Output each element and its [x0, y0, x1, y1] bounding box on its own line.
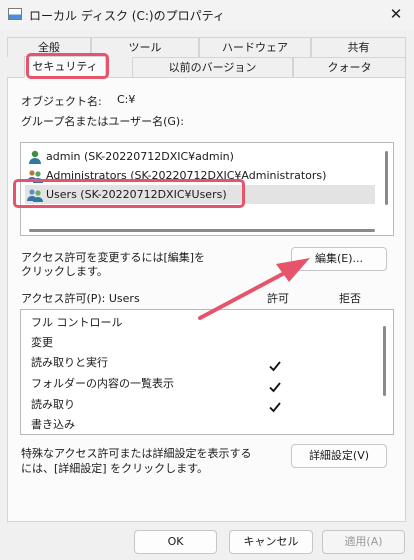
- permission-full-control: フル コントロール: [31, 316, 123, 329]
- allow-check-icon: [269, 402, 281, 413]
- list-item-admin[interactable]: admin (SK-20220712DXIC¥admin): [27, 147, 234, 166]
- tab-hardware[interactable]: ハードウェア: [199, 37, 311, 57]
- advanced-settings-text: 特殊なアクセス許可または詳細設定を表示する: [21, 447, 252, 460]
- tab-security[interactable]: セキュリティ: [24, 56, 106, 78]
- apply-button[interactable]: 適用(A): [322, 530, 405, 554]
- window-title: ローカル ディスク (C:)のプロパティ: [29, 9, 225, 23]
- permission-list-folder: フォルダーの内容の一覧表示: [31, 377, 174, 390]
- ok-button[interactable]: OK: [134, 530, 217, 554]
- group-icon: [27, 168, 43, 184]
- list-item-administrators[interactable]: Administrators (SK-20220712DXIC¥Administ…: [27, 166, 326, 185]
- users-horizontal-scrollbar[interactable]: [29, 229, 375, 232]
- tab-previous-versions[interactable]: 以前のバージョン: [132, 57, 293, 77]
- permission-write: 書き込み: [31, 418, 75, 431]
- allow-check-icon: [269, 382, 281, 393]
- user-name: Administrators (SK-20220712DXIC¥Administ…: [46, 169, 327, 182]
- drive-icon: [8, 8, 22, 20]
- users-vertical-scrollbar[interactable]: [385, 151, 388, 205]
- tab-sharing[interactable]: 共有: [311, 37, 406, 57]
- user-icon: [27, 149, 43, 165]
- edit-button[interactable]: 編集(E)...: [291, 247, 387, 271]
- close-icon[interactable]: ✕: [384, 3, 408, 25]
- permissions-vertical-scrollbar[interactable]: [383, 326, 386, 396]
- tab-quota[interactable]: クォータ: [293, 57, 406, 77]
- permissions-listbox[interactable]: フル コントロール 変更 読み取りと実行 フォルダーの内容の一覧表示 読み取り …: [20, 309, 394, 435]
- permission-read-execute: 読み取りと実行: [31, 356, 108, 369]
- tab-general[interactable]: 全般: [7, 37, 91, 57]
- permissions-header: アクセス許可(P): Users: [21, 292, 140, 305]
- advanced-button[interactable]: 詳細設定(V): [291, 444, 387, 468]
- advanced-settings-text-2: には、[詳細設定] をクリックします。: [21, 462, 208, 475]
- allow-check-icon: [269, 361, 281, 372]
- user-name: Users (SK-20220712DXIC¥Users): [46, 188, 227, 201]
- permission-read: 読み取り: [31, 398, 75, 411]
- title-bar: ローカル ディスク (C:)のプロパティ ✕: [0, 0, 414, 30]
- group-icon: [27, 187, 43, 203]
- cancel-button[interactable]: キャンセル: [229, 530, 313, 554]
- allow-column-header: 許可: [267, 292, 289, 305]
- object-name-label: オブジェクト名:: [21, 95, 102, 108]
- list-item-users[interactable]: Users (SK-20220712DXIC¥Users): [25, 185, 375, 204]
- tab-tools[interactable]: ツール: [91, 37, 199, 57]
- change-permissions-text-2: クリックします。: [21, 265, 108, 278]
- user-name: admin (SK-20220712DXIC¥admin): [46, 150, 234, 163]
- group-or-user-label: グループ名またはユーザー名(G):: [21, 115, 184, 128]
- deny-column-header: 拒否: [339, 292, 361, 305]
- object-name-value: C:¥: [117, 93, 136, 106]
- permission-modify: 変更: [31, 336, 53, 349]
- users-listbox[interactable]: admin (SK-20220712DXIC¥admin) Administra…: [20, 142, 394, 236]
